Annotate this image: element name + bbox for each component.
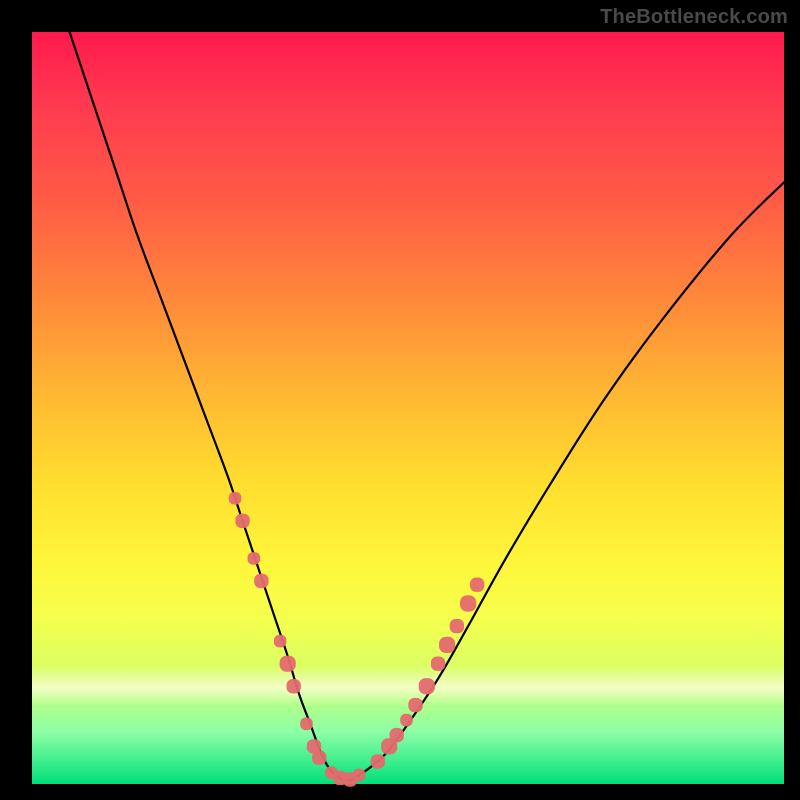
chart-stage: TheBottleneck.com bbox=[0, 0, 800, 800]
data-marker bbox=[400, 714, 413, 727]
plot-area bbox=[32, 32, 784, 784]
data-marker bbox=[460, 595, 476, 611]
data-marker bbox=[274, 635, 287, 648]
data-marker bbox=[235, 514, 249, 528]
data-marker bbox=[470, 578, 484, 592]
data-marker bbox=[439, 637, 455, 653]
data-marker bbox=[287, 679, 301, 693]
data-marker bbox=[371, 754, 385, 768]
data-marker bbox=[300, 718, 313, 731]
marker-group bbox=[229, 492, 485, 787]
data-marker bbox=[353, 769, 366, 782]
data-marker bbox=[312, 750, 326, 764]
data-marker bbox=[450, 619, 464, 633]
data-marker bbox=[229, 492, 242, 505]
data-marker bbox=[431, 656, 445, 670]
data-marker bbox=[419, 678, 435, 694]
curve-group bbox=[70, 32, 784, 780]
data-marker bbox=[254, 574, 268, 588]
data-marker bbox=[280, 656, 296, 672]
chart-svg bbox=[32, 32, 784, 784]
bottleneck-curve bbox=[70, 32, 784, 780]
data-marker bbox=[390, 728, 404, 742]
data-marker bbox=[248, 552, 261, 565]
data-marker bbox=[408, 698, 422, 712]
watermark-text: TheBottleneck.com bbox=[600, 6, 788, 29]
